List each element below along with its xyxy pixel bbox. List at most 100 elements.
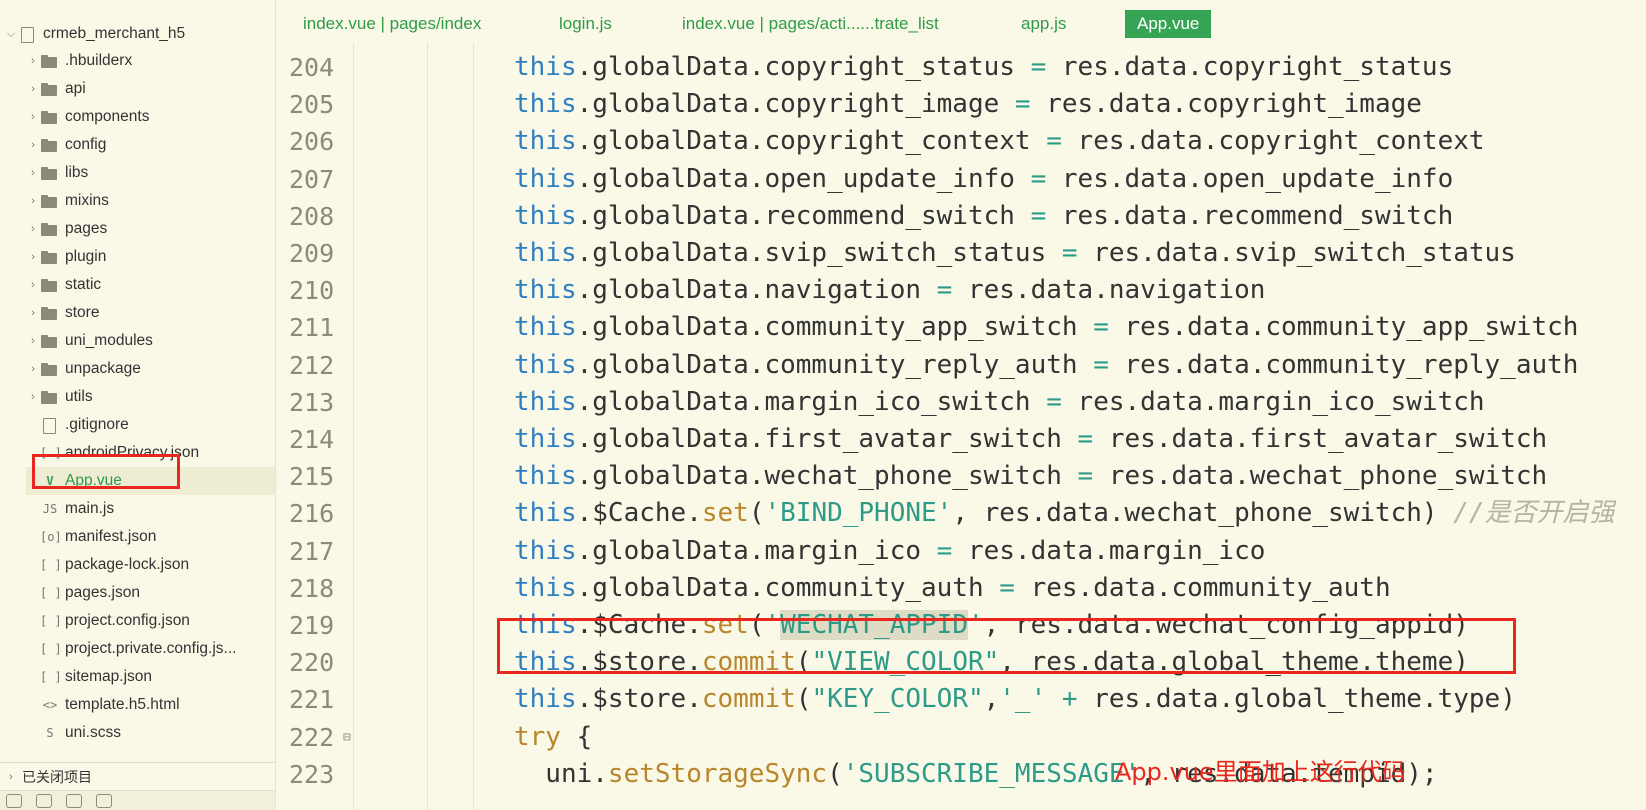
tab-app-js[interactable]: app.js xyxy=(1009,10,1078,38)
code-line[interactable]: 204 this.globalData.copyright_status = re… xyxy=(277,48,1646,87)
chevron-right-icon[interactable]: › xyxy=(26,195,40,207)
code-line[interactable]: 207 this.globalData.open_update_info = re… xyxy=(277,160,1646,199)
tree-item[interactable]: [ ] package-lock.json xyxy=(26,551,275,579)
chevron-right-icon[interactable]: › xyxy=(26,167,40,179)
tab-index-vue-pages-activity[interactable]: index.vue | pages/acti......trate_list xyxy=(670,10,951,38)
code-token: set xyxy=(701,498,749,529)
tree-item[interactable]: › libs xyxy=(26,159,275,187)
code-line[interactable]: 215 this.globalData.wechat_phone_switch =… xyxy=(277,457,1646,496)
tree-item[interactable]: › pages xyxy=(26,215,275,243)
tree-item[interactable]: V App.vue xyxy=(26,467,275,495)
search-icon[interactable] xyxy=(66,793,82,808)
tree-item[interactable]: [ ] androidPrivacy.json xyxy=(26,439,275,467)
code-token: ( xyxy=(827,758,843,789)
explorer-icon[interactable] xyxy=(6,793,22,808)
tree-item[interactable]: .gitignore xyxy=(26,411,275,439)
code-token: res.data.recommend_switch xyxy=(1046,200,1454,231)
code-token: this xyxy=(514,424,577,454)
project-root[interactable]: ⌵ crmeb_merchant_h5 xyxy=(4,20,272,48)
code-line[interactable]: 222 ⊟ try { xyxy=(277,718,1646,757)
tree-item[interactable]: › plugin xyxy=(26,243,275,271)
chevron-right-icon[interactable]: › xyxy=(26,251,40,263)
code-line[interactable]: 208 this.globalData.recommend_switch = re… xyxy=(277,197,1646,236)
fold-icon[interactable]: ⊟ xyxy=(343,718,351,757)
code-token: ' xyxy=(764,610,781,640)
chevron-right-icon[interactable]: › xyxy=(0,771,22,783)
code-token: this xyxy=(514,200,577,231)
code-line[interactable]: 206 this.globalData.copyright_context = r… xyxy=(277,122,1646,161)
code-token: $Cache. xyxy=(592,498,702,529)
tree-item[interactable]: › mixins xyxy=(26,187,275,215)
line-number: 218 xyxy=(289,573,335,603)
code-line[interactable]: 219 this.$Cache.set('WECHAT_APPID', res.d… xyxy=(277,606,1646,645)
code-token: 'BIND_PHONE' xyxy=(764,498,953,529)
tree-item[interactable]: › store xyxy=(26,299,275,327)
chevron-right-icon[interactable]: › xyxy=(26,83,40,95)
code-line[interactable]: 216 this.$Cache.set('BIND_PHONE', res.dat… xyxy=(277,494,1646,533)
chevron-right-icon[interactable]: › xyxy=(26,223,40,235)
tree-item[interactable]: › .hbuilderx xyxy=(26,47,275,75)
chevron-right-icon[interactable]: › xyxy=(26,335,40,347)
chevron-right-icon[interactable]: › xyxy=(26,139,40,151)
tree-item[interactable]: › unpackage xyxy=(26,355,275,383)
code-token: res.data.margin_ico xyxy=(952,535,1266,566)
chevron-right-icon[interactable]: › xyxy=(26,307,40,319)
closed-projects-section[interactable]: › 已关闭项目 xyxy=(0,762,275,790)
code-line[interactable]: 210 this.globalData.navigation = res.data… xyxy=(277,271,1646,310)
chevron-right-icon[interactable]: › xyxy=(26,55,40,67)
code-token: . xyxy=(576,386,593,417)
tree-item-label: pages.json xyxy=(65,584,140,601)
tree-item[interactable]: › uni_modules xyxy=(26,327,275,355)
code-text: this.globalData.community_app_switch = r… xyxy=(514,308,1578,347)
palette-icon[interactable] xyxy=(96,793,112,808)
code-line[interactable]: 205 this.globalData.copyright_image = res… xyxy=(277,85,1646,124)
tree-item[interactable]: [ ] pages.json xyxy=(26,579,275,607)
code-line[interactable]: 221 this.$store.commit("KEY_COLOR",'_' + … xyxy=(277,680,1646,719)
tree-item[interactable]: [ ] sitemap.json xyxy=(26,663,275,691)
code-line[interactable]: 218 this.globalData.community_auth = res.… xyxy=(277,569,1646,608)
code-line[interactable]: 211 this.globalData.community_app_switch … xyxy=(277,308,1646,347)
tab-login-js[interactable]: login.js xyxy=(547,10,624,38)
tree-item[interactable]: <> template.h5.html xyxy=(26,691,275,719)
code-line[interactable]: 212 this.globalData.community_reply_auth … xyxy=(277,346,1646,385)
chevron-right-icon[interactable]: › xyxy=(26,363,40,375)
tree-item-label: sitemap.json xyxy=(65,668,153,685)
code-text: this.$Cache.set('BIND_PHONE', res.data.w… xyxy=(514,494,1615,533)
tree-item[interactable]: › api xyxy=(26,75,275,103)
tree-item[interactable]: [ ] project.private.config.js... xyxy=(26,635,275,663)
folder-icon xyxy=(40,109,60,125)
json-icon: [ ] xyxy=(40,558,62,572)
tree-item[interactable]: › config xyxy=(26,131,275,159)
tree-item[interactable]: JS main.js xyxy=(26,495,275,523)
code-text: this.globalData.community_reply_auth = r… xyxy=(514,346,1578,385)
code-editor[interactable]: 204 this.globalData.copyright_status = re… xyxy=(277,44,1646,810)
code-line[interactable]: 214 this.globalData.first_avatar_switch =… xyxy=(277,420,1646,459)
code-token: globalData.community_reply_auth xyxy=(592,349,1094,380)
tree-item-label: store xyxy=(65,304,100,321)
tab-index-vue-pages-index[interactable]: index.vue | pages/index xyxy=(291,10,493,38)
code-token: . xyxy=(576,275,593,306)
line-number: 217 xyxy=(289,536,335,566)
tree-item[interactable]: › utils xyxy=(26,383,275,411)
tab-app-vue[interactable]: App.vue xyxy=(1125,10,1212,38)
code-token: res.data.copyright_status xyxy=(1046,52,1454,82)
code-text: try { xyxy=(514,718,592,757)
tree-item[interactable]: Suni.scss xyxy=(26,719,275,747)
chevron-right-icon[interactable]: › xyxy=(26,391,40,403)
code-line[interactable]: 213 this.globalData.margin_ico_switch = r… xyxy=(277,383,1646,422)
code-line[interactable]: 209 this.globalData.svip_switch_status = … xyxy=(277,234,1646,273)
tree-item[interactable]: [o] manifest.json xyxy=(26,523,275,551)
chevron-right-icon[interactable]: › xyxy=(26,111,40,123)
tree-item[interactable]: › components xyxy=(26,103,275,131)
code-token: this xyxy=(514,386,577,417)
line-number: 221 xyxy=(289,685,335,715)
code-line[interactable]: 220 this.$store.commit("VIEW_COLOR", res.… xyxy=(277,643,1646,682)
tree-item[interactable]: › static xyxy=(26,271,275,299)
code-line[interactable]: 223 uni.setStorageSync('SUBSCRIBE_MESSAG… xyxy=(277,755,1646,794)
chevron-right-icon[interactable]: › xyxy=(26,279,40,291)
code-line[interactable]: 217 this.globalData.margin_ico = res.data… xyxy=(277,532,1646,571)
chevron-down-icon[interactable]: ⌵ xyxy=(4,28,18,41)
tree-item[interactable]: [ ] project.config.json xyxy=(26,607,275,635)
code-token: res.data.copyright_context xyxy=(1061,126,1485,157)
plugin-icon[interactable] xyxy=(36,793,52,808)
